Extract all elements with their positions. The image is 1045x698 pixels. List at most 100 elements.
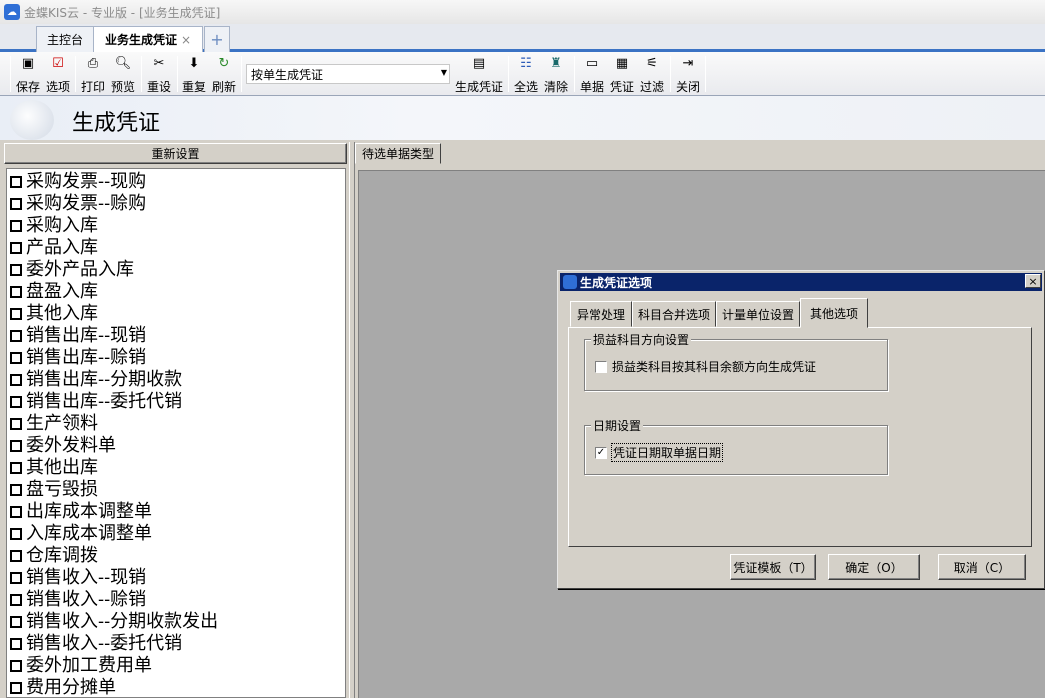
toolbar: ▣ 保存 ☑ 选项 ⎙ 打印 🔍︎ 预览 ✂ 重设 ⬇ 重复 ↻ 刷新 按单生成… bbox=[0, 52, 1045, 96]
checkbox-icon[interactable] bbox=[10, 572, 22, 584]
voucher-icon: ▦ bbox=[615, 55, 629, 71]
checkbox-icon[interactable] bbox=[10, 396, 22, 408]
list-item[interactable]: 盘盈入库 bbox=[7, 279, 345, 302]
list-item[interactable]: 仓库调拨 bbox=[7, 543, 345, 566]
tab-business-voucher[interactable]: 业务生成凭证 × bbox=[93, 26, 203, 52]
checkbox-icon[interactable] bbox=[10, 330, 22, 342]
tab-account-merge[interactable]: 科目合并选项 bbox=[632, 301, 716, 327]
pl-direction-checkbox[interactable]: 损益类科目按其科目余额方向生成凭证 bbox=[595, 358, 816, 375]
list-item[interactable]: 委外产品入库 bbox=[7, 257, 345, 280]
toolbar-separator bbox=[574, 56, 575, 92]
list-item[interactable]: 销售出库--现销 bbox=[7, 323, 345, 346]
filter-icon: ⚟ bbox=[646, 55, 658, 71]
voucher-date-checkbox[interactable]: ✓ 凭证日期取单据日期 bbox=[595, 443, 724, 462]
checkbox-icon[interactable] bbox=[10, 638, 22, 650]
add-tab-icon[interactable]: + bbox=[204, 26, 230, 52]
tab-exception-handling[interactable]: 异常处理 bbox=[570, 301, 632, 327]
toolbar-separator bbox=[75, 56, 76, 92]
checkbox-icon[interactable] bbox=[10, 418, 22, 430]
reset-button[interactable]: ✂ 重设 bbox=[145, 54, 173, 95]
document-type-list: 采购发票--现购 采购发票--赊购 采购入库 产品入库 委外产品入库 盘盈入库 其他入库 销售… bbox=[6, 168, 346, 698]
checkbox-box[interactable] bbox=[595, 360, 607, 373]
tab-label: 主控台 bbox=[46, 33, 83, 47]
tab-pending-doc-types[interactable]: 待选单据类型 bbox=[355, 143, 441, 164]
checkmark-icon[interactable]: ✓ bbox=[595, 446, 607, 459]
checkbox-icon[interactable] bbox=[10, 352, 22, 364]
list-item[interactable]: 委外发料单 bbox=[7, 433, 345, 456]
generate-voucher-icon: ▤ bbox=[472, 55, 486, 71]
checkbox-icon[interactable] bbox=[10, 594, 22, 606]
list-item[interactable]: 采购入库 bbox=[7, 213, 345, 236]
chevron-down-icon[interactable]: ▼ bbox=[441, 68, 447, 77]
list-item[interactable]: 采购发票--赊购 bbox=[7, 191, 345, 214]
checkbox-icon[interactable] bbox=[10, 528, 22, 540]
checkbox-icon[interactable] bbox=[10, 550, 22, 562]
list-item[interactable]: 委外加工费用单 bbox=[7, 653, 345, 676]
repeat-button[interactable]: ⬇ 重复 bbox=[180, 54, 208, 95]
refresh-button[interactable]: ↻ 刷新 bbox=[210, 54, 238, 95]
voucher-button[interactable]: ▦ 凭证 bbox=[608, 54, 636, 95]
list-item[interactable]: 销售出库--委托代销 bbox=[7, 389, 345, 412]
checkbox-icon[interactable] bbox=[10, 440, 22, 452]
list-item[interactable]: 销售收入--分期收款发出 bbox=[7, 609, 345, 632]
preview-button[interactable]: 🔍︎ 预览 bbox=[109, 54, 137, 95]
checkbox-icon[interactable] bbox=[10, 308, 22, 320]
checkbox-icon[interactable] bbox=[10, 198, 22, 210]
select-all-button[interactable]: ☷ 全选 bbox=[512, 54, 540, 95]
tab-close-icon[interactable]: × bbox=[181, 33, 191, 47]
checkbox-icon[interactable] bbox=[10, 616, 22, 628]
tab-bar: 主控台 业务生成凭证 × + bbox=[0, 24, 1045, 52]
list-item[interactable]: 生产领料 bbox=[7, 411, 345, 434]
tab-main-console[interactable]: 主控台 bbox=[36, 26, 94, 52]
panel-splitter[interactable] bbox=[349, 142, 355, 698]
checkbox-icon[interactable] bbox=[10, 374, 22, 386]
checkbox-icon[interactable] bbox=[10, 462, 22, 474]
checkbox-icon[interactable] bbox=[10, 176, 22, 188]
checkbox-icon[interactable] bbox=[10, 264, 22, 276]
checkbox-icon[interactable] bbox=[10, 660, 22, 672]
document-icon: ▭ bbox=[585, 55, 599, 71]
list-item[interactable]: 其他出库 bbox=[7, 455, 345, 478]
filter-button[interactable]: ⚟ 过滤 bbox=[638, 54, 666, 95]
save-button[interactable]: ▣ 保存 bbox=[14, 54, 42, 95]
list-item[interactable]: 其他入库 bbox=[7, 301, 345, 324]
reset-settings-button[interactable]: 重新设置 bbox=[4, 143, 347, 164]
generate-voucher-button[interactable]: ▤ 生成凭证 bbox=[453, 54, 505, 95]
list-item[interactable]: 销售收入--赊销 bbox=[7, 587, 345, 610]
checkbox-label: 损益类科目按其科目余额方向生成凭证 bbox=[612, 360, 817, 374]
checkbox-icon[interactable] bbox=[10, 484, 22, 496]
checkbox-icon[interactable] bbox=[10, 220, 22, 232]
list-item[interactable]: 入库成本调整单 bbox=[7, 521, 345, 544]
clear-button[interactable]: ♜ 清除 bbox=[542, 54, 570, 95]
list-item[interactable]: 销售出库--赊销 bbox=[7, 345, 345, 368]
close-button[interactable]: ⇥ 关闭 bbox=[674, 54, 702, 95]
document-button[interactable]: ▭ 单据 bbox=[578, 54, 606, 95]
toolbar-separator bbox=[177, 56, 178, 92]
print-button[interactable]: ⎙ 打印 bbox=[79, 54, 107, 95]
tab-unit-settings[interactable]: 计量单位设置 bbox=[716, 301, 800, 327]
title-bar: ☁ 金蝶KIS云 - 专业版 - [业务生成凭证] bbox=[0, 0, 1045, 24]
dialog-close-icon[interactable]: × bbox=[1025, 274, 1041, 288]
checkbox-icon[interactable] bbox=[10, 682, 22, 694]
toolbar-separator bbox=[241, 56, 242, 92]
list-item[interactable]: 采购发票--现购 bbox=[7, 169, 345, 192]
options-button[interactable]: ☑ 选项 bbox=[44, 54, 72, 95]
list-item[interactable]: 盘亏毁损 bbox=[7, 477, 345, 500]
checkbox-icon[interactable] bbox=[10, 506, 22, 518]
cancel-button[interactable]: 取消（C） bbox=[938, 554, 1026, 580]
list-item[interactable]: 产品入库 bbox=[7, 235, 345, 258]
tab-other-options[interactable]: 其他选项 bbox=[800, 298, 868, 328]
page-title: 生成凭证 bbox=[72, 111, 161, 136]
list-item[interactable]: 销售收入--现销 bbox=[7, 565, 345, 588]
checkbox-icon[interactable] bbox=[10, 286, 22, 298]
generate-mode-select[interactable]: 按单生成凭证 ▼ bbox=[246, 64, 450, 84]
list-item[interactable]: 销售收入--委托代销 bbox=[7, 631, 345, 654]
app-cloud-icon bbox=[563, 275, 577, 289]
list-item[interactable]: 销售出库--分期收款 bbox=[7, 367, 345, 390]
list-item[interactable]: 费用分摊单 bbox=[7, 675, 345, 697]
checkbox-icon[interactable] bbox=[10, 242, 22, 254]
list-item[interactable]: 出库成本调整单 bbox=[7, 499, 345, 522]
save-icon: ▣ bbox=[21, 55, 35, 71]
ok-button[interactable]: 确定（O） bbox=[828, 554, 920, 580]
voucher-template-button[interactable]: 凭证模板（T） bbox=[730, 554, 816, 580]
